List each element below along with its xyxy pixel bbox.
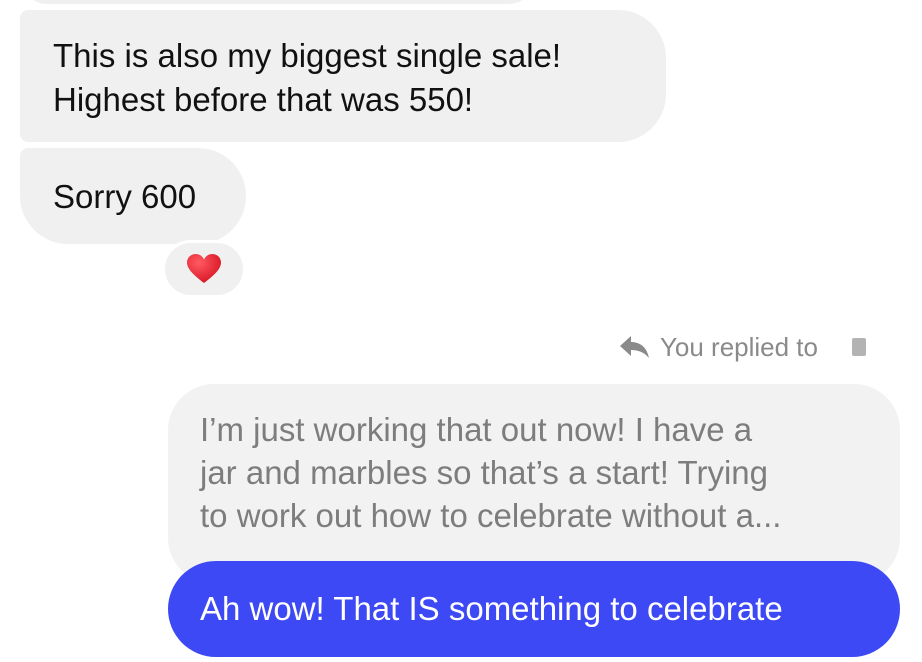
message-text: Sorry 600 (53, 178, 197, 215)
message-text: Ah wow! That IS something to celebrate (200, 590, 783, 627)
chat-thread: This is also my biggest single sale! Hig… (0, 0, 922, 662)
sent-message-bubble[interactable]: Ah wow! That IS something to celebrate (168, 561, 900, 657)
reply-arrow-icon (619, 336, 649, 358)
quoted-text-line: jar and marbles so that’s a start! Tryin… (200, 454, 768, 491)
message-text-line: This is also my biggest single sale! (53, 37, 562, 74)
reply-indicator-label: You replied to (659, 331, 818, 362)
reply-indicator: You replied to (618, 330, 866, 364)
received-message-bubble[interactable]: Sorry 600 (20, 148, 246, 244)
quoted-text-line: to work out how to celebrate without a..… (200, 497, 782, 534)
message-reaction[interactable] (162, 240, 246, 298)
quoted-text-line: I’m just working that out now! I have a (200, 411, 753, 448)
reply-preview-thumbnail (852, 338, 866, 356)
message-text-line: Highest before that was 550! (53, 81, 474, 118)
quoted-reply-bubble[interactable]: I’m just working that out now! I have a … (168, 384, 900, 584)
heart-icon (187, 254, 221, 283)
previous-message-bubble[interactable] (18, 0, 538, 4)
received-message-bubble[interactable]: This is also my biggest single sale! Hig… (20, 10, 666, 142)
